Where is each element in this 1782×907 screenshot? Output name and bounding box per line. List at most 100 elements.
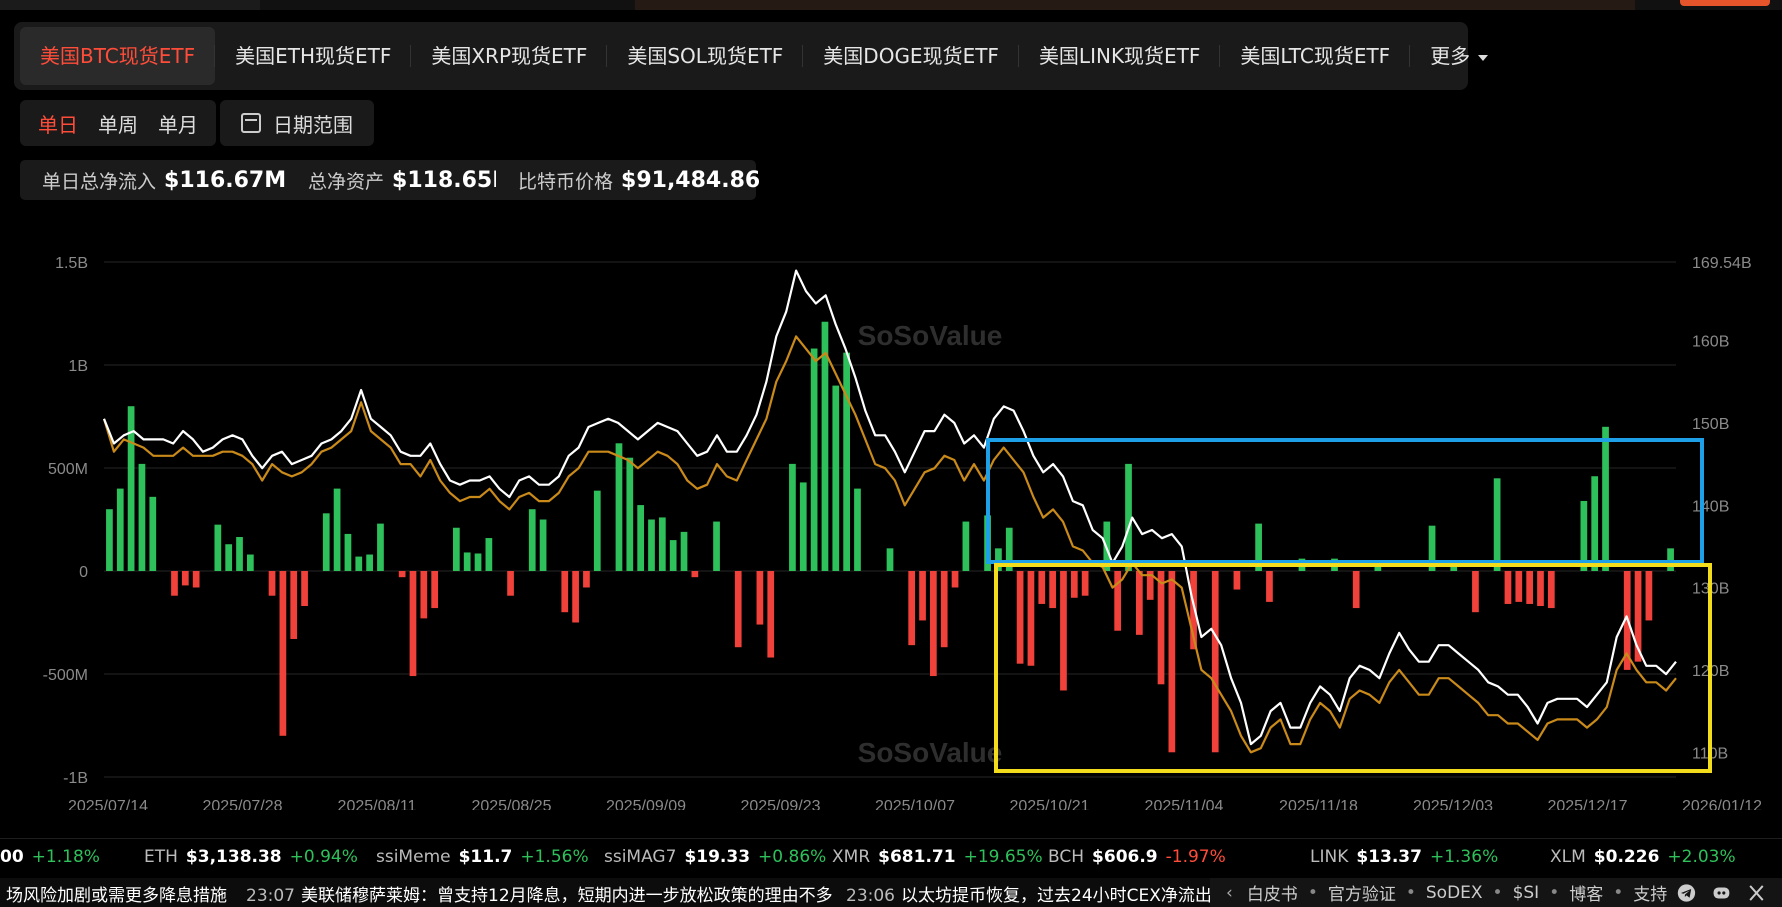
flow-bar[interactable] <box>1233 571 1241 590</box>
tab-eth-etf[interactable]: 美国ETH现货ETF <box>215 27 412 85</box>
flow-bar[interactable] <box>246 554 254 571</box>
flow-bar[interactable] <box>420 571 428 619</box>
flow-bar[interactable] <box>799 482 807 571</box>
tab-xrp-etf[interactable]: 美国XRP现货ETF <box>411 27 608 85</box>
flow-bar[interactable] <box>908 571 916 646</box>
flow-bar[interactable] <box>138 463 146 571</box>
flow-bar[interactable] <box>821 321 829 571</box>
flow-bar[interactable] <box>1168 571 1176 753</box>
flow-bar[interactable] <box>463 552 471 571</box>
flow-bar[interactable] <box>106 509 113 571</box>
flow-bar[interactable] <box>1211 571 1219 753</box>
flow-bar[interactable] <box>268 571 276 596</box>
legend-flow[interactable]: 单日总净流入 $116.67M <box>20 160 296 200</box>
flow-bar[interactable] <box>279 571 287 736</box>
flow-bar[interactable] <box>1070 571 1078 598</box>
flow-bar[interactable] <box>1049 571 1056 609</box>
flow-bar[interactable] <box>637 505 645 571</box>
flow-bar[interactable] <box>1352 571 1360 609</box>
flow-bar[interactable] <box>1081 571 1089 596</box>
ticker-item[interactable]: ssiMeme $11.7 +1.56% <box>376 847 589 867</box>
tab-more[interactable]: 更多 <box>1410 27 1508 85</box>
ticker-item[interactable]: BCH $606.9 -1.97% <box>1048 847 1226 867</box>
flow-bar[interactable] <box>333 488 341 571</box>
chevron-left-icon[interactable]: ‹ <box>1226 883 1233 903</box>
flow-bar[interactable] <box>485 538 493 571</box>
flow-bar[interactable] <box>1038 571 1046 604</box>
period-month[interactable]: 单月 <box>148 109 208 138</box>
flow-bar[interactable] <box>680 531 688 571</box>
flow-bar[interactable] <box>301 571 308 607</box>
legend-assets[interactable]: 总净资产 $118.65B <box>286 160 509 200</box>
tab-sol-etf[interactable]: 美国SOL现货ETF <box>607 27 804 85</box>
flow-bar[interactable] <box>810 348 818 571</box>
discord-icon[interactable] <box>1712 882 1731 904</box>
top-strip-button[interactable] <box>1680 0 1770 6</box>
flow-bar[interactable] <box>398 571 406 578</box>
flow-bar[interactable] <box>951 571 959 588</box>
flow-bar[interactable] <box>149 496 157 571</box>
flow-bar[interactable] <box>171 571 178 596</box>
flow-bar[interactable] <box>854 488 861 571</box>
flow-bar[interactable] <box>192 571 200 588</box>
period-day[interactable]: 单日 <box>28 109 88 138</box>
footer-link-whitepaper[interactable]: 白皮书 <box>1247 880 1298 905</box>
flow-bar[interactable] <box>225 544 233 571</box>
flow-bar[interactable] <box>843 352 850 571</box>
flow-bar[interactable] <box>1135 571 1143 635</box>
flow-bar[interactable] <box>648 519 655 572</box>
flow-bar[interactable] <box>1504 571 1512 604</box>
flow-bar[interactable] <box>658 517 666 571</box>
tab-doge-etf[interactable]: 美国DOGE现货ETF <box>803 27 1019 85</box>
flow-bar[interactable] <box>322 513 330 571</box>
flow-bar[interactable] <box>756 571 764 625</box>
flow-bar[interactable] <box>962 521 970 571</box>
flow-bar[interactable] <box>572 571 579 623</box>
ticker-item[interactable]: ETH $3,138.38 +0.94% <box>144 847 358 867</box>
flow-bar[interactable] <box>886 548 894 571</box>
flow-bar[interactable] <box>1602 426 1609 571</box>
tab-link-etf[interactable]: 美国LINK现货ETF <box>1019 27 1221 85</box>
flow-bar[interactable] <box>1537 571 1544 607</box>
news-item[interactable]: 23:07 美联储穆萨莱姆：曾支持12月降息，短期内进一步放松政策的理由不多 <box>246 881 833 906</box>
ticker-item[interactable]: ssiMAG7 $19.33 +0.86% <box>604 847 826 867</box>
footer-link-support[interactable]: 支持 <box>1633 880 1667 905</box>
flow-bar[interactable] <box>236 537 243 571</box>
flow-bar[interactable] <box>355 556 363 571</box>
flow-bar[interactable] <box>539 519 547 572</box>
flow-bar[interactable] <box>1493 478 1501 571</box>
flow-bar[interactable] <box>691 571 699 578</box>
flow-bar[interactable] <box>344 533 352 571</box>
flow-bar[interactable] <box>409 571 417 677</box>
footer-link-sodex[interactable]: SoDEX <box>1426 883 1483 903</box>
telegram-icon[interactable] <box>1677 882 1696 904</box>
flow-bar[interactable] <box>431 571 439 609</box>
flow-bar[interactable] <box>919 571 926 621</box>
flow-bar[interactable] <box>181 571 189 586</box>
flow-bar[interactable] <box>669 540 677 571</box>
flow-bar[interactable] <box>377 523 384 571</box>
flow-bar[interactable] <box>593 490 601 571</box>
flow-bar[interactable] <box>290 571 298 639</box>
date-range-button[interactable]: 日期范围 <box>220 100 374 146</box>
flow-bar[interactable] <box>452 527 460 571</box>
tab-ltc-etf[interactable]: 美国LTC现货ETF <box>1220 27 1410 85</box>
footer-link-verify[interactable]: 官方验证 <box>1328 880 1396 905</box>
ticker-item[interactable]: XMR $681.71 +19.65% <box>832 847 1043 867</box>
flow-bar[interactable] <box>832 385 840 571</box>
ticker-item[interactable]: 00 +1.18% <box>0 847 100 867</box>
flow-bar[interactable] <box>1060 571 1067 691</box>
flow-bar[interactable] <box>1526 571 1534 604</box>
news-item[interactable]: 23:06 以太坊提币恢复，过去24小时CEX净流出 <box>846 881 1212 906</box>
flow-bar[interactable] <box>528 509 536 571</box>
flow-bar[interactable] <box>1645 571 1653 621</box>
flow-bar[interactable] <box>1157 571 1165 685</box>
flow-bar[interactable] <box>930 571 937 677</box>
footer-link-blog[interactable]: 博客 <box>1569 880 1603 905</box>
flow-bar[interactable] <box>767 571 775 658</box>
flow-bar[interactable] <box>1266 571 1273 602</box>
flow-bar[interactable] <box>1591 476 1599 571</box>
flow-bar[interactable] <box>366 554 373 571</box>
legend-price[interactable]: 比特币价格 $91,484.86 <box>496 160 760 200</box>
ticker-item[interactable]: XLM $0.226 +2.03% <box>1550 847 1736 867</box>
